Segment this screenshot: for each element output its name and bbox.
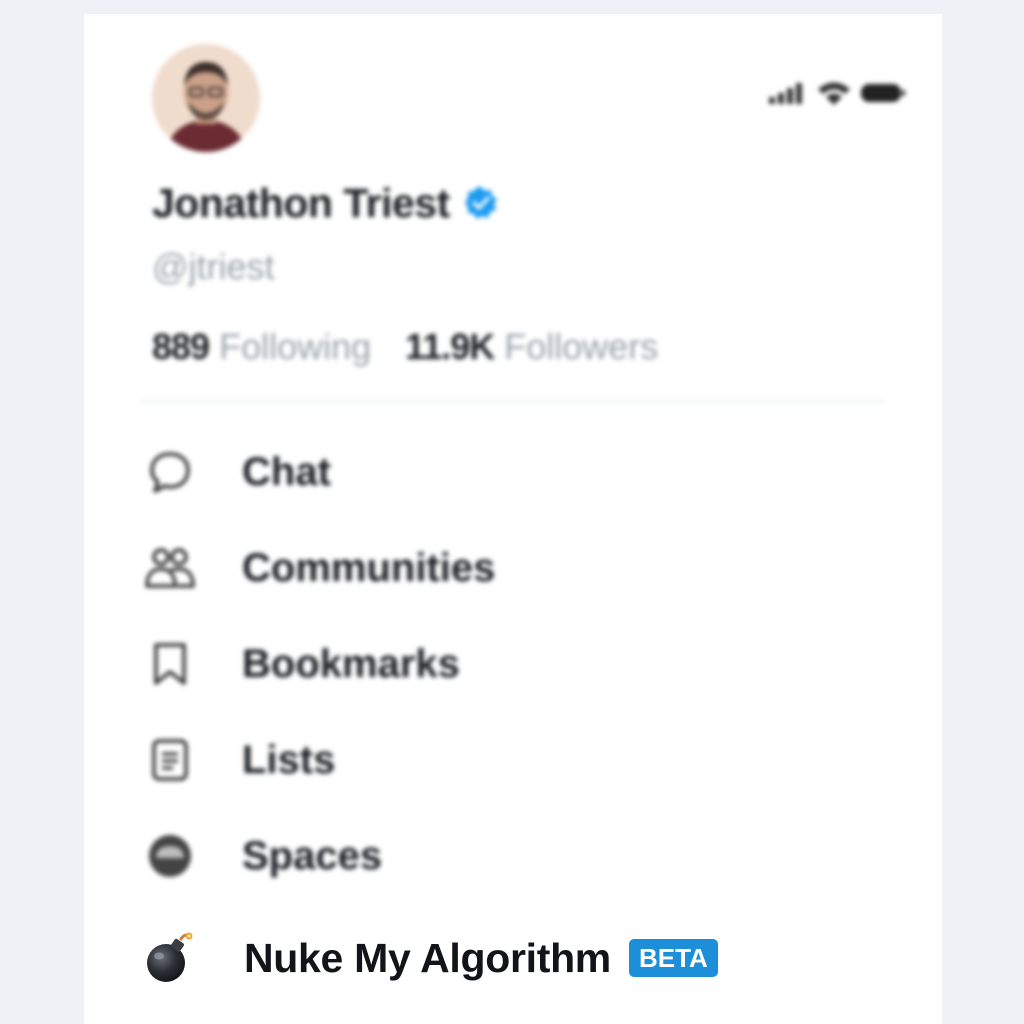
menu-item-spaces[interactable]: Spaces [142,826,382,886]
followers-count[interactable]: 11.9K [405,326,495,368]
verified-badge-icon [464,187,497,219]
avatar-photo [152,44,260,152]
status-bar [768,78,918,108]
menu-item-label: Spaces [242,833,383,878]
following-count[interactable]: 889 [152,326,210,368]
bomb-icon [142,930,198,986]
menu-item-communities[interactable]: Communities [142,538,495,598]
communities-icon [142,540,198,596]
menu-item-label: Communities [242,545,496,590]
followers-label[interactable]: Followers [504,326,658,368]
beta-badge: BETA [628,939,718,977]
following-label[interactable]: Following [219,326,371,368]
side-menu-panel: Jonathon Triest @jtriest 889 Following 1… [84,14,942,1024]
chat-bubble-icon [142,444,198,500]
blurred-content: Jonathon Triest @jtriest 889 Following 1… [84,14,942,1024]
profile-stats: 889 Following 11.9K Followers [152,326,658,368]
profile-handle: @jtriest [152,246,275,287]
menu-item-label: Chat [242,449,331,494]
menu-item-label: Bookmarks [242,641,460,686]
bookmark-icon [142,636,198,692]
menu-item-nuke-my-algorithm[interactable]: Nuke My Algorithm BETA [142,926,718,990]
menu-item-label: Lists [242,737,336,782]
profile-name-row[interactable]: Jonathon Triest [152,178,498,228]
menu-item-lists[interactable]: Lists [142,730,335,790]
signal-icon [769,83,802,104]
divider [140,400,886,402]
spaces-icon [142,828,198,884]
lists-icon [142,732,198,788]
menu-item-label: Nuke My Algorithm [244,934,611,981]
menu-item-bookmarks[interactable]: Bookmarks [142,634,460,694]
profile-name: Jonathon Triest [152,179,450,226]
avatar[interactable] [152,44,260,152]
battery-icon [861,84,905,102]
wifi-icon [818,82,850,105]
menu-item-chat[interactable]: Chat [142,442,331,502]
